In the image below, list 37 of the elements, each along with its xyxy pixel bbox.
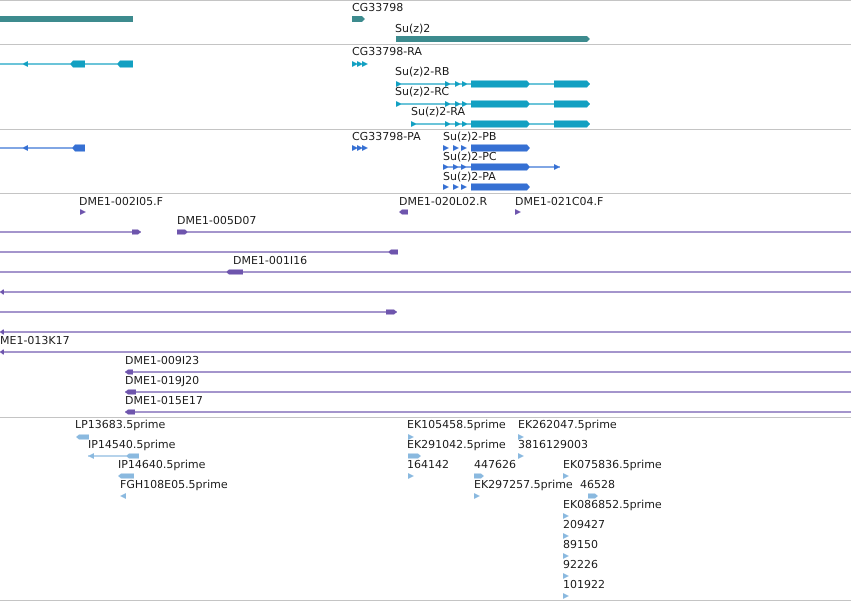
feature-label: EK086852.5prime [563,498,662,511]
feature-label: DME1-009I23 [125,354,200,367]
feature-label: ME1-013K17 [0,334,70,347]
feature-label: FGH108E05.5prime [120,478,228,491]
feature-label: DME1-001I16 [233,254,308,267]
feature-label: EK297257.5prime [474,478,573,491]
feature-label: CG33798 [352,1,404,14]
feature-label: IP14540.5prime [88,438,176,451]
feature-label: 209427 [563,518,605,531]
feature-label: DME1-002I05.F [79,195,163,208]
feature-label: DME1-015E17 [125,394,203,407]
feature-label: Su(z)2-RA [411,105,466,118]
feature-label: Su(z)2-PC [443,150,497,163]
feature-label: 89150 [563,538,598,551]
feature-label: Su(z)2-PA [443,170,496,183]
feature-label: 164142 [407,458,449,471]
feature-label: Su(z)2 [395,22,430,35]
feature-label: DME1-020L02.R [399,195,488,208]
feature-label: EK105458.5prime [407,418,506,431]
feature-label: 92226 [563,558,598,571]
feature-label: IP14640.5prime [118,458,206,471]
feature-label: CG33798-PA [352,130,421,143]
feature-label: EK075836.5prime [563,458,662,471]
feature-label: EK262047.5prime [518,418,617,431]
feature-label: 46528 [580,478,615,491]
feature-label: Su(z)2-PB [443,130,496,143]
feature-label: 447626 [474,458,516,471]
feature-label: Su(z)2-RB [395,65,450,78]
feature-label: EK291042.5prime [407,438,506,451]
feature-label: LP13683.5prime [75,418,166,431]
feature-label: DME1-005D07 [177,214,256,227]
feature-label: CG33798-RA [352,45,422,58]
feature-label: Su(z)2-RC [395,85,450,98]
feature-label: 101922 [563,578,605,591]
feature-label: DME1-019J20 [125,374,200,387]
feature-label: 3816129003 [518,438,588,451]
feature-label: DME1-021C04.F [515,195,604,208]
